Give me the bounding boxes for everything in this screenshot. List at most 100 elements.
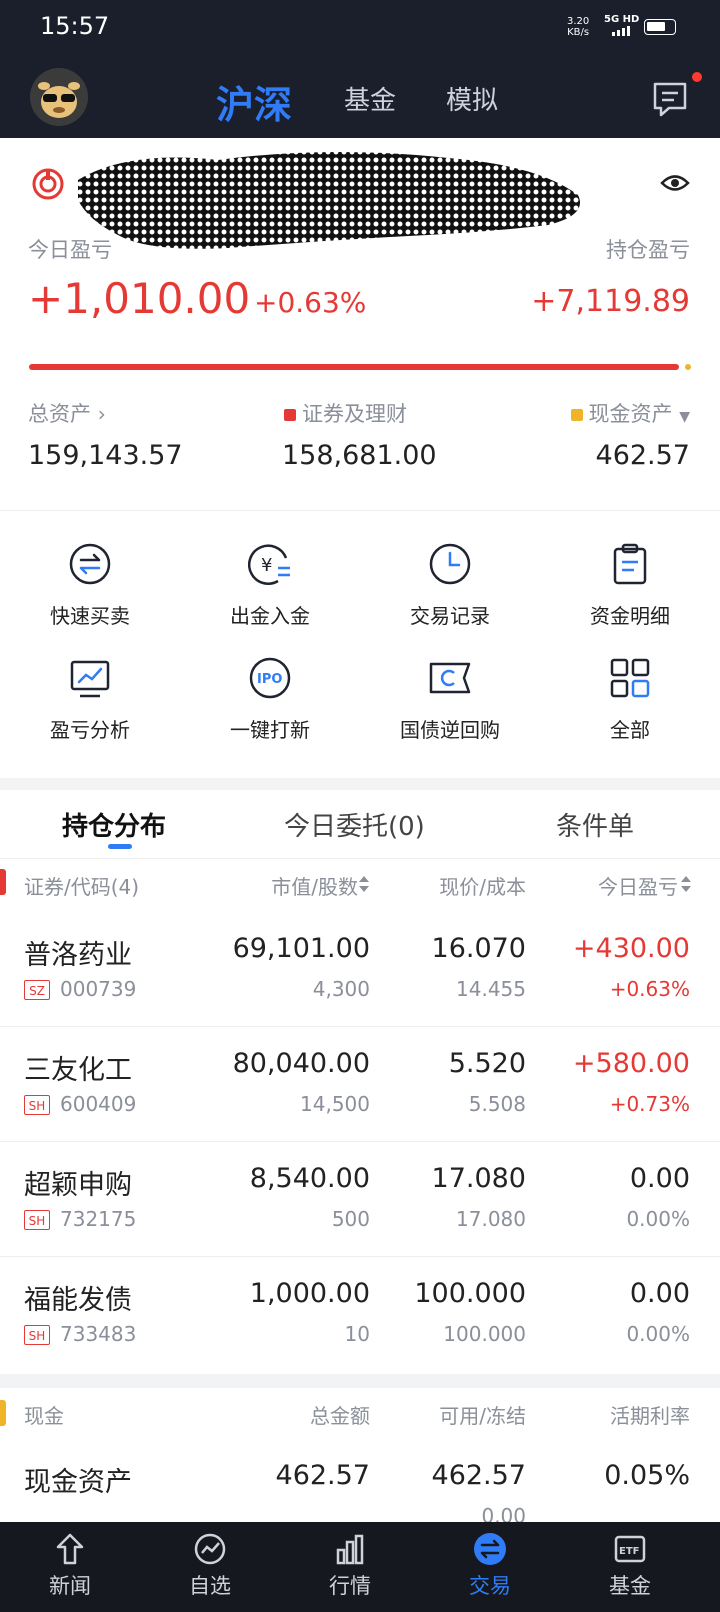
- column-security: 证券/代码(4): [24, 875, 140, 899]
- news-icon: [53, 1532, 87, 1566]
- message-icon[interactable]: [651, 80, 689, 122]
- ipo-subscribe-button[interactable]: IPO 一键打新: [185, 656, 355, 743]
- chevron-right-icon: ›: [97, 402, 106, 426]
- sort-icon[interactable]: [358, 875, 370, 897]
- market-badge: SH: [24, 1325, 50, 1345]
- security-code: 732175: [60, 1207, 137, 1231]
- current-price: 16.070: [431, 933, 526, 964]
- security-name: 超颖申购: [24, 1170, 132, 1201]
- battery-icon: [644, 19, 676, 35]
- sort-icon[interactable]: [680, 875, 692, 897]
- current-price: 17.080: [431, 1163, 526, 1194]
- cost-price: 14.455: [456, 977, 526, 1001]
- pl-analysis-button[interactable]: 盈亏分析: [5, 656, 175, 743]
- tab-fund[interactable]: 基金: [344, 80, 396, 117]
- holding-pl-label: 持仓盈亏: [606, 238, 690, 262]
- current-price: 5.520: [448, 1048, 526, 1079]
- table-row[interactable]: 超颖申购 SH 732175 8,540.00 500 17.080 17.080 0.00 0…: [0, 1141, 720, 1257]
- today-pl: 0.00: [629, 1278, 690, 1309]
- cost-price: 100.000: [443, 1322, 526, 1346]
- today-pl: 0.00: [629, 1163, 690, 1194]
- market-value: 69,101.00: [232, 933, 370, 964]
- security-code: 000739: [60, 977, 137, 1001]
- nav-trade[interactable]: 交易: [440, 1532, 540, 1600]
- market-badge: SH: [24, 1095, 50, 1115]
- today-pl: +580.00: [572, 1048, 690, 1079]
- ticket-icon: [428, 656, 472, 700]
- table-header: 证券/代码(4) 市值/股数 现价/成本 今日盈亏: [0, 859, 720, 911]
- fund-details-button[interactable]: 资金明细: [545, 542, 715, 629]
- position-tabs: 持仓分布 今日委托(0) 条件单: [0, 790, 720, 859]
- swap-icon: [68, 542, 112, 586]
- nav-fund[interactable]: ETF 基金: [580, 1532, 680, 1600]
- tab-today-orders[interactable]: 今日委托(0): [284, 806, 425, 843]
- ipo-icon: IPO: [248, 656, 292, 700]
- security-name: 普洛药业: [24, 940, 132, 971]
- grid-icon: [608, 656, 652, 700]
- nav-market[interactable]: 行情: [300, 1532, 400, 1600]
- cash-section: 现金 总金额 可用/冻结 活期利率 现金资产 462.57 462.57 0.0…: [0, 1388, 720, 1528]
- notification-dot: [692, 72, 702, 82]
- share-count: 4,300: [312, 977, 370, 1001]
- today-pl-percent: 0.00%: [626, 1322, 690, 1346]
- cost-price: 17.080: [456, 1207, 526, 1231]
- eye-icon[interactable]: [660, 172, 690, 198]
- bottom-nav: 新闻 自选 行情 交易 ETF 基金: [0, 1522, 720, 1612]
- today-pl-percent: +0.63%: [609, 977, 690, 1001]
- svg-text:¥: ¥: [261, 555, 272, 576]
- nav-watchlist[interactable]: 自选: [160, 1532, 260, 1600]
- cash-ratio-dot: [685, 364, 691, 370]
- avatar[interactable]: [30, 68, 88, 126]
- network-speed: 3.20 KB/s: [567, 16, 590, 38]
- status-time: 15:57: [40, 12, 110, 40]
- trade-icon: [473, 1532, 507, 1566]
- reverse-repo-button[interactable]: 国债逆回购: [365, 656, 535, 743]
- bank-logo-icon: [32, 168, 64, 204]
- securities-value: 158,681.00: [282, 440, 437, 471]
- today-pl-percent: 0.00%: [626, 1207, 690, 1231]
- total-assets-value: 159,143.57: [28, 440, 183, 471]
- market-value: 80,040.00: [232, 1048, 370, 1079]
- quick-trade-button[interactable]: 快速买卖: [5, 542, 175, 629]
- table-row[interactable]: 福能发债 SH 733483 1,000.00 10 100.000 100.000 0.00…: [0, 1256, 720, 1371]
- today-pl-percent: +0.63%: [254, 286, 367, 319]
- today-pl-value: +1,010.00: [28, 274, 251, 323]
- tab-holdings[interactable]: 持仓分布: [62, 806, 166, 843]
- total-assets-link[interactable]: 总资产 ›: [28, 398, 106, 428]
- all-actions-button[interactable]: 全部: [545, 656, 715, 743]
- table-row[interactable]: 普洛药业 SZ 000739 69,101.00 4,300 16.070 14.455 +4…: [0, 911, 720, 1027]
- cost-price: 5.508: [468, 1092, 526, 1116]
- nav-news[interactable]: 新闻: [20, 1532, 120, 1600]
- tab-shanghai-shenzhen[interactable]: 沪深: [216, 74, 292, 129]
- column-price-cost: 现价/成本: [439, 875, 526, 899]
- clipboard-icon: [608, 542, 652, 586]
- svg-text:IPO: IPO: [257, 672, 282, 687]
- redacted-account-name: [68, 140, 598, 260]
- yen-transfer-icon: ¥: [247, 542, 292, 586]
- cash-name: 现金资产: [24, 1467, 132, 1498]
- cash-legend[interactable]: 现金资产 ▼: [570, 398, 690, 428]
- security-code: 600409: [60, 1092, 137, 1116]
- table-row[interactable]: 三友化工 SH 600409 80,040.00 14,500 5.520 5.508 +58…: [0, 1026, 720, 1142]
- tab-conditional-orders[interactable]: 条件单: [556, 806, 634, 843]
- cash-header-total: 总金额: [310, 1404, 370, 1428]
- column-value-shares[interactable]: 市值/股数: [271, 871, 358, 900]
- cash-available: 462.57: [431, 1460, 526, 1491]
- market-value: 1,000.00: [249, 1278, 370, 1309]
- cash-header-available: 可用/冻结: [439, 1404, 526, 1428]
- clock-icon: [428, 542, 472, 586]
- market-badge: SH: [24, 1210, 50, 1230]
- column-today-pl[interactable]: 今日盈亏: [598, 871, 678, 900]
- cash-header-rate: 活期利率: [610, 1404, 690, 1428]
- top-bar: 15:57 3.20 KB/s 5G HD 沪深 基金 模拟: [0, 0, 720, 138]
- market-badge: SZ: [24, 980, 50, 1000]
- security-name: 三友化工: [24, 1055, 132, 1086]
- etf-icon: ETF: [613, 1532, 647, 1566]
- deposit-withdraw-button[interactable]: ¥ 出金入金: [185, 542, 355, 629]
- share-count: 500: [331, 1207, 370, 1231]
- share-count: 10: [344, 1322, 370, 1346]
- security-code: 733483: [60, 1322, 137, 1346]
- trade-records-button[interactable]: 交易记录: [365, 542, 535, 629]
- today-pl: +430.00: [572, 933, 690, 964]
- tab-simulation[interactable]: 模拟: [446, 80, 498, 117]
